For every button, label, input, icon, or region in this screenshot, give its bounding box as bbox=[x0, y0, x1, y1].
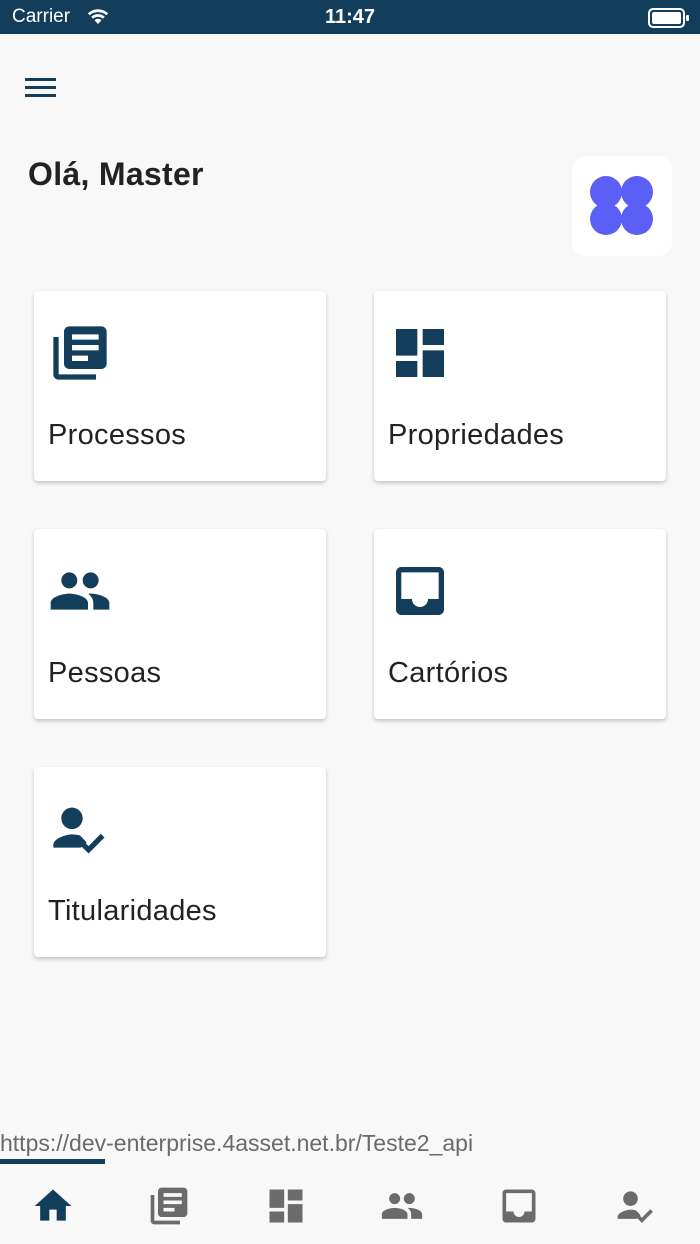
nav-processos[interactable] bbox=[139, 1176, 199, 1236]
logo-icon bbox=[590, 176, 653, 235]
nav-titularidades[interactable] bbox=[606, 1176, 666, 1236]
footer-url: https://dev-enterprise.4asset.net.br/Tes… bbox=[0, 1130, 474, 1156]
greeting-title: Olá, Master bbox=[28, 156, 204, 192]
card-pessoas[interactable]: Pessoas bbox=[34, 529, 326, 719]
nav-cartorios[interactable] bbox=[489, 1176, 549, 1236]
dashboard-icon bbox=[269, 1189, 303, 1223]
card-label-cartorios: Cartórios bbox=[388, 657, 509, 689]
card-label-titularidades: Titularidades bbox=[48, 895, 217, 927]
person-check-icon bbox=[617, 1191, 653, 1223]
clock: 11:47 bbox=[324, 6, 376, 28]
card-label-pessoas: Pessoas bbox=[48, 657, 162, 689]
card-propriedades[interactable]: Propriedades bbox=[374, 291, 666, 481]
nav-home[interactable] bbox=[23, 1176, 83, 1236]
nav-propriedades[interactable] bbox=[256, 1176, 316, 1236]
card-label-processos: Processos bbox=[48, 419, 187, 451]
document-list-icon bbox=[48, 321, 112, 385]
card-label-propriedades: Propriedades bbox=[388, 419, 565, 451]
bottom-nav bbox=[0, 1164, 700, 1244]
people-icon bbox=[48, 559, 112, 623]
inbox-icon bbox=[502, 1189, 536, 1223]
dashboard-icon bbox=[388, 321, 452, 385]
card-cartorios[interactable]: Cartórios bbox=[374, 529, 666, 719]
nav-pessoas[interactable] bbox=[372, 1176, 432, 1236]
card-titularidades[interactable]: Titularidades bbox=[34, 767, 326, 957]
menu-button[interactable] bbox=[22, 74, 60, 104]
menu-icon bbox=[25, 78, 56, 97]
app-logo bbox=[572, 156, 672, 256]
battery-icon bbox=[648, 8, 690, 33]
person-check-icon bbox=[48, 797, 112, 861]
status-bar: Carrier 11:47 bbox=[0, 0, 700, 34]
inbox-icon bbox=[388, 559, 452, 623]
document-list-icon bbox=[150, 1187, 188, 1225]
card-processos[interactable]: Processos bbox=[34, 291, 326, 481]
home-icon bbox=[34, 1189, 72, 1221]
people-icon bbox=[381, 1193, 423, 1219]
